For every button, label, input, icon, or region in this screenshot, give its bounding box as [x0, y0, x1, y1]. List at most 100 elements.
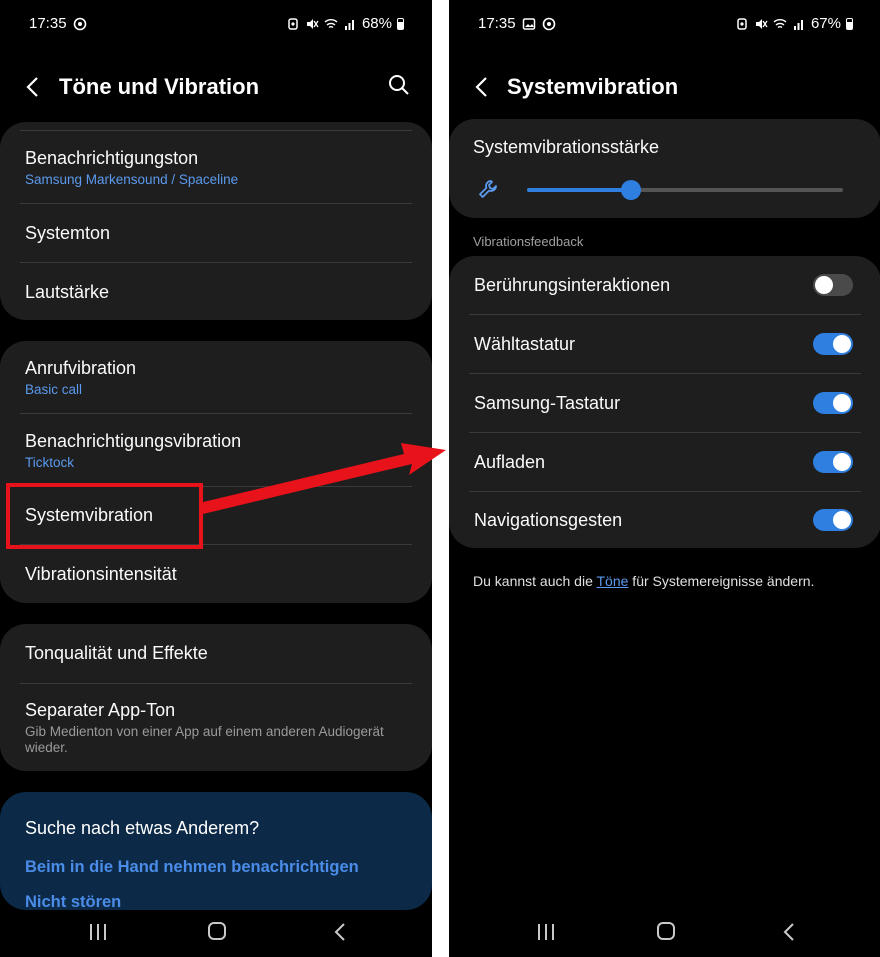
- toggle-row-navigation-gestures[interactable]: Navigationsgesten: [469, 492, 861, 548]
- status-time-group: 17:35: [478, 15, 556, 32]
- toggle-knob: [833, 335, 851, 353]
- vibration-feedback-group: Berührungsinteraktionen Wähltastatur Sam…: [449, 256, 880, 548]
- slider-fill: [527, 188, 632, 192]
- search-icon[interactable]: [388, 74, 410, 96]
- footnote-text-after: für Systemereignisse ändern.: [628, 573, 815, 589]
- toggle-label: Aufladen: [474, 451, 546, 472]
- toggle-switch[interactable]: [813, 333, 853, 355]
- status-bar: 17:35 67%: [449, 0, 880, 48]
- app-bar: Töne und Vibration: [0, 62, 432, 112]
- toggle-switch[interactable]: [813, 392, 853, 414]
- toggle-knob: [833, 511, 851, 529]
- divider: [20, 122, 412, 131]
- vibration-strength-label: Systemvibrationsstärke: [473, 137, 660, 157]
- sound-quality-group: Tonqualität und Effekte Separater App-To…: [0, 624, 432, 771]
- sounds-link[interactable]: Töne: [597, 573, 629, 589]
- setting-value: Ticktock: [25, 454, 75, 470]
- setting-label: Benachrichtigungsvibration: [25, 430, 242, 451]
- setting-label: Systemton: [25, 222, 111, 243]
- section-label: Vibrationsfeedback: [473, 234, 584, 249]
- home-icon[interactable]: [657, 922, 675, 940]
- status-bar: 17:35 68%: [0, 0, 432, 48]
- vibration-strength-card: Systemvibrationsstärke: [449, 119, 880, 218]
- mute-icon: [755, 18, 768, 29]
- setting-system-sound[interactable]: Systemton: [20, 204, 412, 263]
- toggle-row-dialpad[interactable]: Wähltastatur: [469, 315, 861, 374]
- vibration-strength-slider[interactable]: [527, 180, 843, 200]
- status-icons: 68%: [286, 15, 404, 32]
- app-bar: Systemvibration: [449, 62, 880, 112]
- toggle-row-charging[interactable]: Aufladen: [469, 433, 861, 492]
- sync-icon: [542, 17, 555, 30]
- toggle-label: Navigationsgesten: [474, 509, 623, 530]
- setting-label: Benachrichtigungston: [25, 147, 199, 168]
- wifi-icon: [324, 18, 338, 28]
- status-icons: 67%: [735, 15, 853, 32]
- status-time: 17:35: [29, 15, 67, 32]
- setting-separate-app-sound[interactable]: Separater App-Ton Gib Medienton von eine…: [20, 684, 412, 771]
- setting-volume[interactable]: Lautstärke: [20, 263, 412, 321]
- left-screen: 17:35 68% Töne und Vibration Benachricht…: [0, 0, 432, 957]
- toggle-knob: [833, 453, 851, 471]
- toggle-row-samsung-keyboard[interactable]: Samsung-Tastatur: [469, 374, 861, 433]
- toggle-label: Samsung-Tastatur: [474, 392, 621, 413]
- nav-back-icon[interactable]: [333, 922, 347, 942]
- navigation-bar: [0, 911, 432, 957]
- back-arrow-icon[interactable]: [22, 75, 44, 99]
- battery-icon: [846, 17, 853, 30]
- navigation-bar: [449, 911, 880, 957]
- setting-label: Vibrationsintensität: [25, 563, 177, 584]
- nav-back-icon[interactable]: [782, 922, 796, 942]
- setting-notification-vibration[interactable]: Benachrichtigungsvibration Ticktock: [20, 414, 412, 487]
- alarm-icon: [737, 17, 747, 30]
- back-arrow-icon[interactable]: [471, 75, 493, 99]
- toggle-knob: [815, 276, 833, 294]
- setting-value: Samsung Markensound / Spaceline: [25, 171, 239, 187]
- gallery-icon: [522, 17, 535, 30]
- page-title: Töne und Vibration: [59, 74, 260, 99]
- suggestion-link-pickup-notify[interactable]: Beim in die Hand nehmen benachrichtigen: [25, 858, 359, 877]
- setting-label: Anrufvibration: [25, 357, 137, 378]
- battery-icon: [397, 17, 404, 30]
- battery-percent: 67%: [810, 15, 841, 32]
- toggle-row-touch[interactable]: Berührungsinteraktionen: [469, 256, 861, 315]
- setting-label: Lautstärke: [25, 281, 110, 302]
- right-screen: 17:35 67% Systemvibration Systemvibratio…: [449, 0, 880, 957]
- wifi-icon: [773, 18, 787, 28]
- footnote-text-before: Du kannst auch die: [473, 573, 597, 589]
- setting-vibration-intensity[interactable]: Vibrationsintensität: [20, 545, 412, 603]
- sound-settings-group: Benachrichtigungston Samsung Markensound…: [0, 122, 432, 320]
- setting-value: Basic call: [25, 381, 83, 397]
- battery-percent: 68%: [361, 15, 392, 32]
- wrench-icon: [479, 180, 497, 198]
- home-icon[interactable]: [208, 922, 226, 940]
- setting-call-vibration[interactable]: Anrufvibration Basic call: [20, 341, 412, 414]
- signal-icon: [793, 19, 803, 30]
- toggle-knob: [833, 394, 851, 412]
- setting-description: Gib Medienton von einer App auf einem an…: [25, 723, 384, 755]
- toggle-switch[interactable]: [813, 451, 853, 473]
- setting-notification-sound[interactable]: Benachrichtigungston Samsung Markensound…: [20, 131, 412, 204]
- status-time-group: 17:35: [29, 15, 87, 32]
- recent-apps-icon[interactable]: [536, 923, 556, 941]
- mute-icon: [306, 18, 319, 29]
- alarm-icon: [288, 17, 298, 30]
- sync-icon: [73, 17, 86, 30]
- vibration-settings-group: Anrufvibration Basic call Benachrichtigu…: [0, 341, 432, 603]
- suggestions-card: Suche nach etwas Anderem? Beim in die Ha…: [0, 792, 432, 912]
- highlight-box: [6, 483, 203, 549]
- setting-sound-quality[interactable]: Tonqualität und Effekte: [20, 624, 412, 684]
- suggestions-title: Suche nach etwas Anderem?: [25, 818, 260, 838]
- toggle-label: Wähltastatur: [474, 333, 576, 354]
- signal-icon: [344, 19, 354, 30]
- recent-apps-icon[interactable]: [88, 923, 108, 941]
- toggle-switch[interactable]: [813, 509, 853, 531]
- page-title: Systemvibration: [507, 74, 679, 99]
- toggle-switch[interactable]: [813, 274, 853, 296]
- status-time: 17:35: [478, 15, 516, 32]
- suggestion-link-do-not-disturb[interactable]: Nicht stören: [25, 893, 121, 912]
- setting-label: Tonqualität und Effekte: [25, 643, 208, 663]
- footnote: Du kannst auch die Töne für Systemereign…: [473, 573, 814, 589]
- toggle-label: Berührungsinteraktionen: [474, 274, 671, 295]
- setting-label: Separater App-Ton: [25, 699, 176, 720]
